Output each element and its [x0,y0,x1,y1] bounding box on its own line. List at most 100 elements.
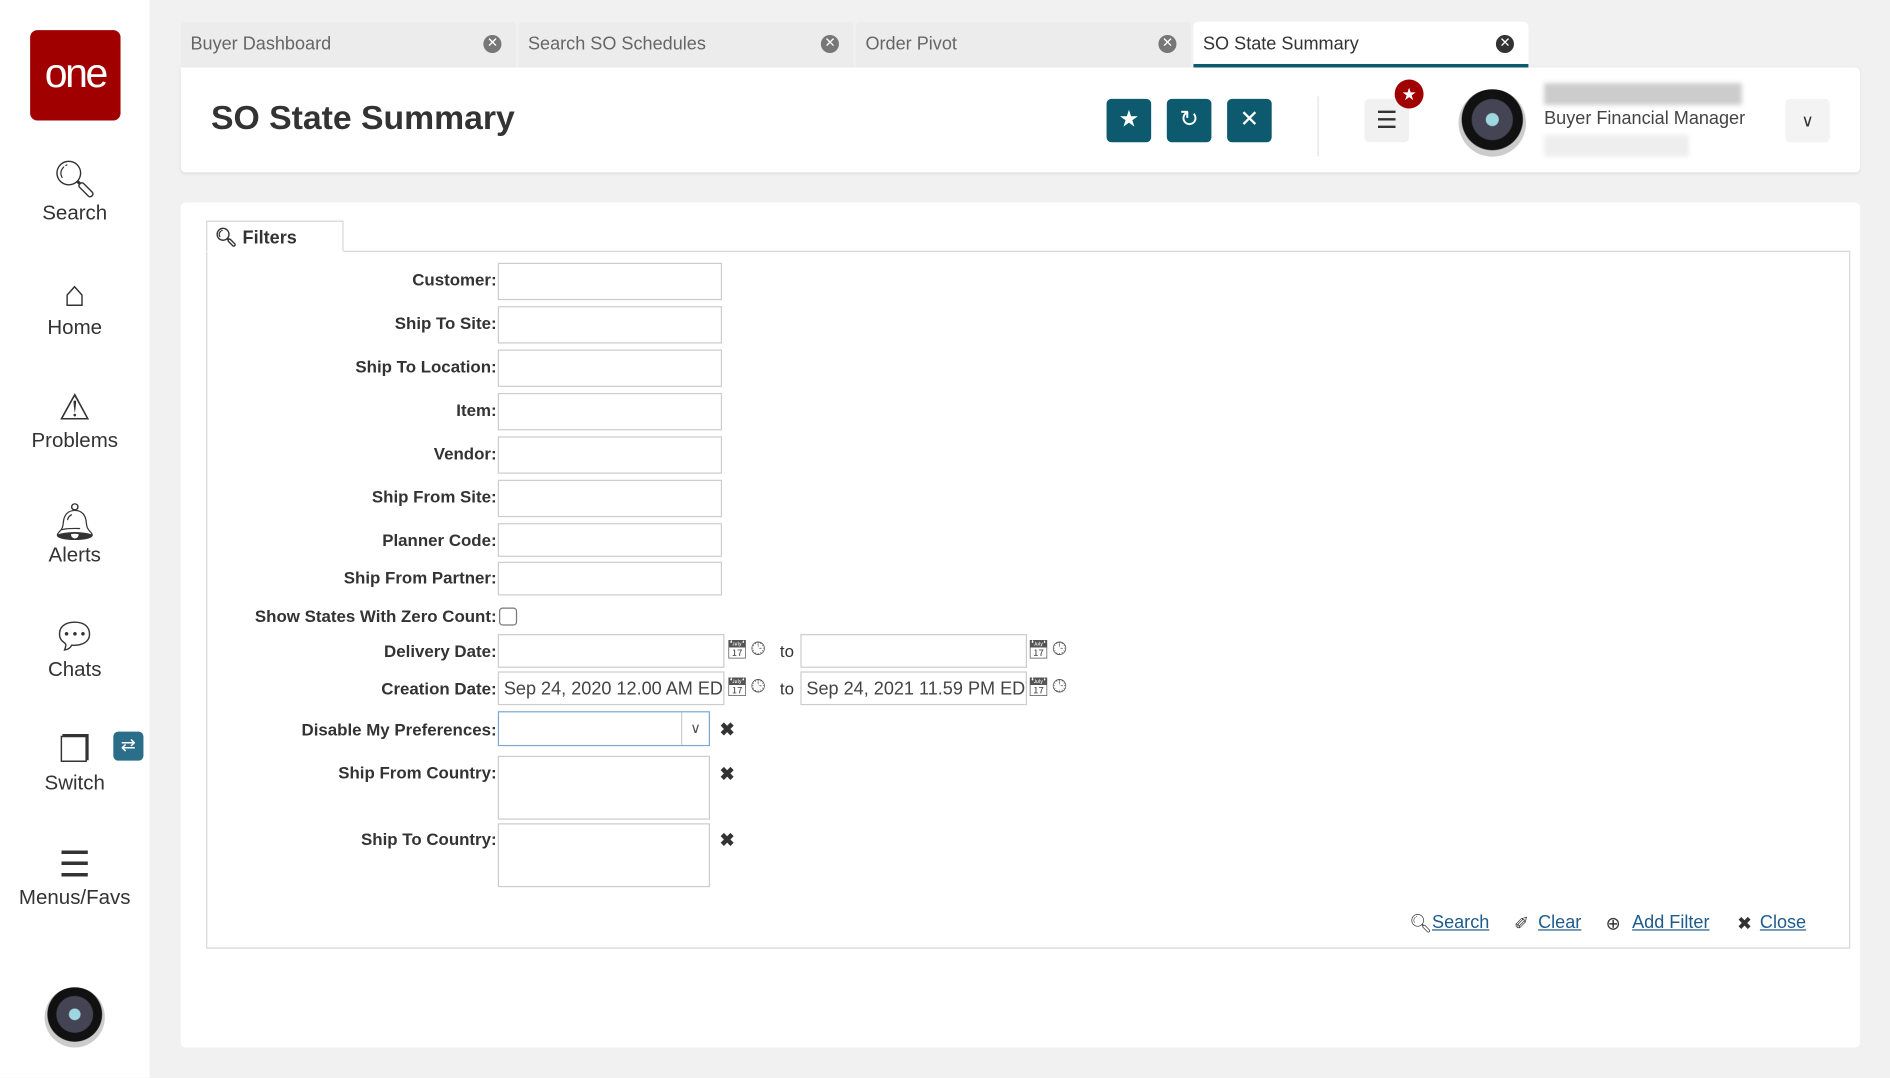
item-input[interactable] [497,392,723,431]
ship-to-site-label: Ship To Site: [394,313,497,333]
zero-count-label: Show States With Zero Count: [254,606,497,626]
home-icon: ⌂ [63,274,86,315]
remove-filter-icon[interactable]: ✖ [720,829,735,851]
sidebar-item-label: Chats [47,658,102,682]
sidebar-item-home[interactable]: ⌂ Home [0,275,149,340]
remove-filter-icon[interactable]: ✖ [720,763,735,784]
creation-date-to-input[interactable]: Sep 24, 2021 11.59 PM EDT [800,671,1028,706]
zero-count-checkbox[interactable] [499,607,518,626]
clock-icon[interactable]: 🕒︎ [1052,676,1066,696]
ship-from-site-input[interactable] [497,479,723,518]
refresh-icon: ↻ [1179,107,1199,133]
close-button[interactable]: ✕ [1227,98,1272,143]
search-icon: 🔍︎ [51,160,98,201]
remove-filter-icon[interactable]: ✖ [720,718,735,740]
filters-panel: 🔍︎ Filters Customer: Ship To Site: Ship … [180,202,1860,1048]
chat-icon: 💬︎ [51,617,98,657]
close-tab-icon[interactable]: ✕ [483,34,502,54]
sidebar-item-chats[interactable]: 💬︎ Chats [0,617,149,682]
calendar-icon[interactable]: 📅︎ [726,639,749,660]
tab-label: Order Pivot [865,33,957,55]
calendar-icon[interactable]: 📅︎ [1027,639,1050,660]
filters-tab[interactable]: 🔍︎ Filters [206,220,344,252]
search-icon: 🔍︎ [214,227,238,249]
ship-to-location-input[interactable] [497,349,723,387]
customer-input[interactable] [497,262,723,301]
close-tab-icon[interactable]: ✕ [820,34,839,54]
add-circle-icon: ⊕ [1605,913,1621,935]
sidebar-item-problems[interactable]: ⚠︎ Problems [0,388,149,453]
favorite-button[interactable]: ★ [1106,98,1152,143]
close-icon: ✕ [1239,107,1259,133]
customer-label: Customer: [412,270,497,290]
add-filter-link[interactable]: Add Filter [1632,912,1709,932]
planner-code-input[interactable] [497,523,723,557]
logo[interactable]: one [30,30,121,121]
ship-to-country-input[interactable] [497,823,710,888]
user-menu-chevron-down-icon[interactable]: ∨ [1785,98,1830,143]
disable-preferences-label: Disable My Preferences: [301,719,497,739]
to-label: to [779,641,794,661]
close-link[interactable]: Close [1760,912,1806,932]
calendar-icon[interactable]: 📅︎ [1027,676,1050,697]
menu-icon: ☰ [58,844,91,885]
close-tab-icon[interactable]: ✕ [1495,34,1514,54]
tab-so-state-summary[interactable]: SO State Summary ✕ [1193,21,1529,68]
refresh-button[interactable]: ↻ [1166,98,1212,143]
sidebar-item-label: Home [47,315,103,339]
planner-code-label: Planner Code: [382,530,497,550]
ship-to-site-input[interactable] [497,306,723,344]
calendar-icon[interactable]: 📅︎ [726,676,749,697]
ship-to-country-label: Ship To Country: [361,829,497,849]
ship-from-country-input[interactable] [497,755,710,820]
user-role: Buyer Financial Manager [1544,108,1746,129]
disable-preferences-select[interactable]: ∨ [497,711,710,747]
sidebar-item-label: Menus/Favs [18,885,131,909]
ship-to-location-label: Ship To Location: [355,356,497,377]
sidebar-item-alerts[interactable]: 🔔︎ Alerts [0,503,149,568]
bell-icon: 🔔︎ [51,502,98,543]
vendor-input[interactable] [497,436,723,474]
close-icon: ✖ [1736,913,1753,935]
sidebar-item-menus[interactable]: ☰ Menus/Favs [0,845,149,910]
ship-from-partner-input[interactable] [497,561,723,596]
page-header: SO State Summary ★ ↻ ✕ ☰ ★ Buyer Financi… [180,67,1860,173]
clear-link[interactable]: Clear [1538,912,1581,932]
blurred-user-info [1544,135,1689,157]
sidebar-item-search[interactable]: 🔍︎ Search [0,160,149,225]
item-label: Item: [456,400,497,420]
ship-from-country-label: Ship From Country: [338,763,497,783]
vendor-label: Vendor: [433,443,497,463]
clock-icon[interactable]: 🕒︎ [751,676,765,696]
sidebar-item-label: Problems [31,429,119,453]
sidebar-item-label: Search [42,201,108,225]
delivery-date-from-input[interactable] [497,634,725,668]
close-tab-icon[interactable]: ✕ [1158,34,1177,54]
to-label: to [779,678,794,698]
ship-from-partner-label: Ship From Partner: [343,567,497,588]
favorites-badge-icon[interactable]: ★ [1394,79,1424,109]
tab-order-pivot[interactable]: Order Pivot ✕ [855,21,1191,68]
creation-date-from-input[interactable]: Sep 24, 2020 12.00 AM EDT [497,671,725,706]
user-avatar[interactable] [44,987,105,1048]
search-icon: 🔍︎ [1409,913,1433,935]
tab-buyer-dashboard[interactable]: Buyer Dashboard ✕ [180,21,516,68]
swap-icon[interactable]: ⇄ [113,731,144,761]
broom-icon: ✐ [1513,913,1530,935]
tab-search-so-schedules[interactable]: Search SO Schedules ✕ [518,21,854,68]
sidebar-item-label: Switch [44,771,105,795]
tab-label: SO State Summary [1202,33,1359,55]
tab-label: Buyer Dashboard [190,33,332,55]
clock-icon[interactable]: 🕒︎ [751,639,765,659]
menu-icon: ☰ [1376,107,1398,134]
star-icon: ★ [1118,107,1140,133]
creation-date-label: Creation Date: [381,678,497,698]
search-link[interactable]: Search [1432,912,1489,932]
delivery-date-to-input[interactable] [800,634,1028,668]
chevron-down-icon[interactable]: ∨ [681,712,709,745]
user-avatar[interactable] [1458,89,1527,157]
page-title: SO State Summary [210,98,515,137]
clock-icon[interactable]: 🕒︎ [1052,639,1066,659]
divider [1317,96,1319,157]
filters-tab-label: Filters [242,227,297,249]
